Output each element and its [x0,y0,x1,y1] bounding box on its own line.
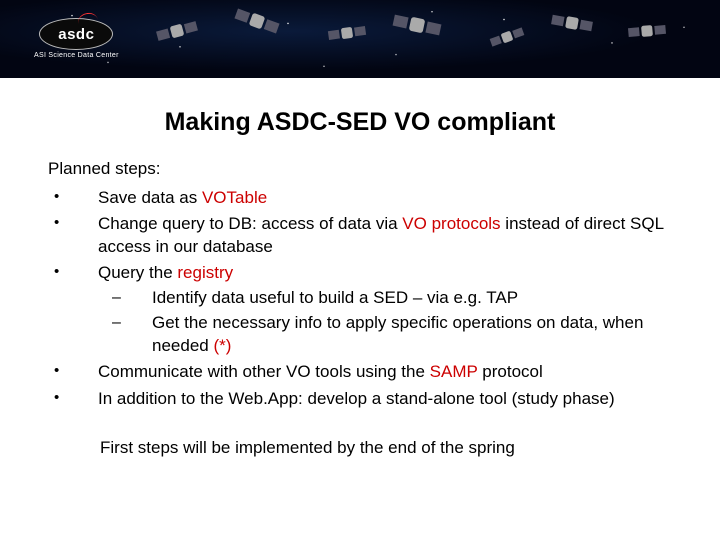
slide-title: Making ASDC-SED VO compliant [0,108,720,137]
highlight: VOTable [202,188,267,207]
satellite-icon [627,17,666,44]
satellite-icon [154,13,200,49]
header-banner: asdc ASI Science Data Center [0,0,720,78]
asdc-logo: asdc ASI Science Data Center [34,18,119,59]
list-item: Query the registry Identify data useful … [48,262,674,357]
highlight: VO protocols [402,214,500,233]
bullet-list: Save data as VOTable Change query to DB:… [0,187,720,410]
list-item: Communicate with other VO tools using th… [48,361,674,383]
footer-note: First steps will be implemented by the e… [100,438,720,458]
bullet-text: Communicate with other VO tools using th… [98,362,430,381]
list-item: Identify data useful to build a SED – vi… [98,287,674,309]
bullet-text: Query the [98,263,177,282]
sub-bullet-list: Identify data useful to build a SED – vi… [98,287,674,357]
satellite-icon [327,18,367,47]
list-item: Get the necessary info to apply specific… [98,312,674,357]
bullet-text: Identify data useful to build a SED – vi… [152,288,518,307]
list-item: In addition to the Web.App: develop a st… [48,388,674,410]
satellite-icon [231,0,282,42]
satellite-icon [391,5,444,45]
bullet-text: Save data as [98,188,202,207]
satellite-icon [487,21,526,53]
logo-subtitle: ASI Science Data Center [34,52,119,59]
satellite-icon [550,6,595,39]
highlight: SAMP [430,362,478,381]
list-item: Change query to DB: access of data via V… [48,213,674,258]
intro-text: Planned steps: [48,159,720,179]
list-item: Save data as VOTable [48,187,674,209]
bullet-text: protocol [478,362,543,381]
slide-content: Making ASDC-SED VO compliant Planned ste… [0,108,720,458]
highlight: registry [177,263,233,282]
highlight: (*) [213,336,231,355]
bullet-text: Change query to DB: access of data via [98,214,402,233]
bullet-text: In addition to the Web.App: develop a st… [98,389,615,408]
